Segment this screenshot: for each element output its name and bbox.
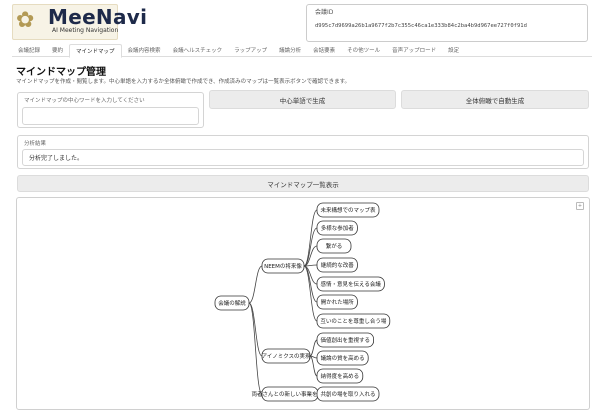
mindmap-leaf-node[interactable]: 価値創出を重視する xyxy=(316,332,374,348)
meeting-id-label: 会議ID xyxy=(315,9,334,16)
svg-text:多様な参加者: 多様な参加者 xyxy=(321,224,355,232)
mindmap-leaf-node[interactable]: 多様な参加者 xyxy=(316,220,358,236)
mindmap-edge xyxy=(248,302,263,395)
meeting-id-value[interactable]: d995c7d9699a26b1a9677f2b7c355c46ca1e333b… xyxy=(315,23,527,29)
meeting-id-field[interactable]: 会議ID d995c7d9699a26b1a9677f2b7c355c46ca1… xyxy=(306,4,588,42)
mindmap-leaf-node[interactable]: 繋がる xyxy=(316,238,352,254)
mindmap-branch-node[interactable]: アイノミクスの実現 xyxy=(261,348,311,364)
tab-item[interactable]: 設定 xyxy=(442,44,465,56)
logo-emblem-icon: ✿ xyxy=(16,8,35,33)
tab-item[interactable]: 会話要素 xyxy=(307,44,341,56)
center-word-panel: マインドマップの中心ワードを入力してください xyxy=(17,92,204,128)
tab-item[interactable]: 会議ヘルスチェック xyxy=(167,44,229,56)
brand-tagline: AI Meeting Navigation xyxy=(52,27,119,34)
status-value: 分析完了しました。 xyxy=(29,155,84,162)
brand-name: MeeNavi xyxy=(48,5,148,29)
mindmap-svg: 会議の解説 NEEMの将来像 未来構想でのマップ表多様な参加者繋がる継続的な改善感情… xyxy=(214,202,391,402)
tab-bar: 会議記録 要約 マインドマップ 会議内容検索 会議ヘルスチェック ラップアップ 議論分析 会話… xyxy=(12,44,592,58)
app-header: ✿ MeeNavi AI Meeting Navigation 会議ID d99… xyxy=(0,0,600,44)
mindmap-leaf-node[interactable]: 未来構想でのマップ表 xyxy=(316,202,380,218)
tab-item[interactable]: 会議内容検索 xyxy=(122,44,167,56)
mindmap-edge xyxy=(309,355,318,377)
svg-text:互いのことを尊重し合う場: 互いのことを尊重し合う場 xyxy=(320,317,387,325)
tab-item[interactable]: その他ツール xyxy=(341,44,386,56)
tab-item[interactable]: ラップアップ xyxy=(228,44,273,56)
svg-text:NEEMの将来像: NEEMの将来像 xyxy=(264,262,302,270)
mindmap-leaf-node[interactable]: 継続的な改善 xyxy=(316,257,358,273)
mindmap-canvas[interactable]: + 会議の解説 NEEMの将来像 未来構想でのマップ表 多様な参加者 繋がる 継続的な改善… xyxy=(16,197,590,410)
svg-text:感情・意見を伝える会議: 感情・意見を伝える会議 xyxy=(321,280,382,288)
tab-item[interactable]: 議論分析 xyxy=(273,44,307,56)
status-label: 分析結果 xyxy=(24,141,47,147)
generate-center-button[interactable]: 中心単語で生成 xyxy=(209,90,396,109)
tab-item[interactable]: マインドマップ xyxy=(69,44,122,58)
center-word-label: マインドマップの中心ワードを入力してください xyxy=(24,98,145,104)
center-word-input[interactable] xyxy=(22,107,199,125)
svg-text:会議の解説: 会議の解説 xyxy=(218,299,246,307)
svg-text:共創の場を取り入れる: 共創の場を取り入れる xyxy=(320,390,375,398)
mindmap-leaf-node[interactable]: 共創の場を取り入れる xyxy=(316,386,380,402)
svg-text:議論の質を高める: 議論の質を高める xyxy=(321,354,365,362)
mindmap-leaf-node[interactable]: 感情・意見を伝える会議 xyxy=(316,276,385,292)
page-title: マインドマップ管理 xyxy=(16,67,106,78)
mindmap-edge xyxy=(248,265,263,304)
svg-text:開かれた場所: 開かれた場所 xyxy=(321,298,355,306)
tab-item[interactable]: 会議記録 xyxy=(12,44,46,56)
mindmap-edge xyxy=(309,339,318,357)
mindmap-root-node[interactable]: 会議の解説 xyxy=(214,295,250,311)
mindmap-leaf-node[interactable]: 議論の質を高める xyxy=(316,350,369,366)
tab-item[interactable]: 要約 xyxy=(46,44,69,56)
svg-text:アイノミクスの実現: アイノミクスの実現 xyxy=(261,352,311,360)
svg-text:未来構想でのマップ表: 未来構想でのマップ表 xyxy=(320,206,376,214)
svg-text:繋がる: 繋がる xyxy=(326,242,343,250)
mindmap-leaf-node[interactable]: 納得度を高める xyxy=(316,368,364,384)
mindmap-leaf-node[interactable]: 互いのことを尊重し合う場 xyxy=(316,313,391,329)
status-panel: 分析結果 分析完了しました。 xyxy=(17,135,589,169)
svg-text:価値創出を重視する: 価値創出を重視する xyxy=(321,336,371,344)
page-description: マインドマップを作成・閲覧します。中心単語を入力するか全体俯瞰で作成でき、作成済… xyxy=(16,79,351,85)
generate-overview-button[interactable]: 全体俯瞰で自動生成 xyxy=(401,90,589,109)
mindmap-edge xyxy=(303,209,318,267)
mindmap-branch-node[interactable]: NEEMの将来像 xyxy=(261,258,305,274)
status-output: 分析完了しました。 xyxy=(22,149,584,166)
list-mindmaps-button[interactable]: マインドマップ一覧表示 xyxy=(17,175,589,192)
tab-item[interactable]: 音声アップロード xyxy=(386,44,442,56)
mindmap-leaf-node[interactable]: 開かれた場所 xyxy=(316,294,358,310)
svg-text:継続的な改善: 継続的な改善 xyxy=(321,261,355,269)
svg-text:納得度を高める: 納得度を高める xyxy=(321,372,360,380)
